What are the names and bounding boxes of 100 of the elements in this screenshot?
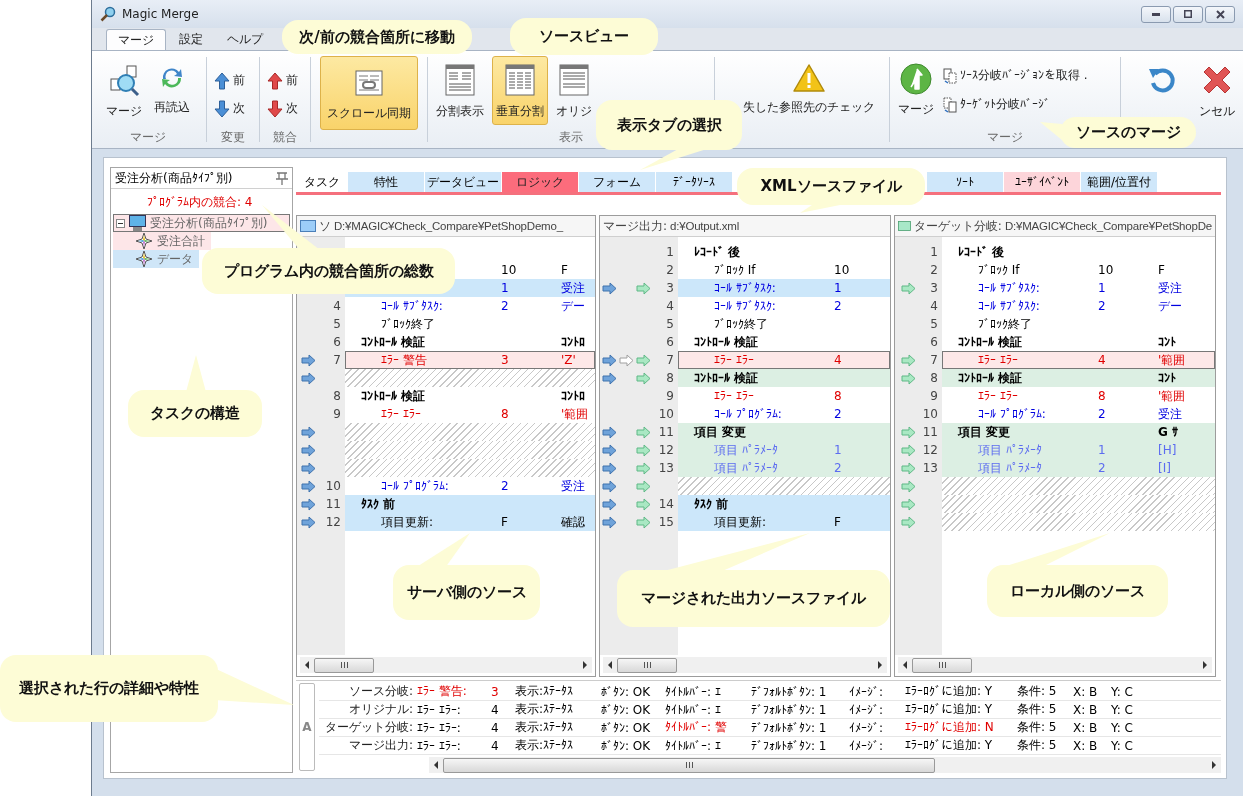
section-tab[interactable]: 特性: [348, 172, 424, 192]
arrow-icon[interactable]: [602, 461, 617, 475]
get-target-version-button[interactable]: ﾀｰｹﾞｯﾄ分岐ﾊﾞｰｼﾞ: [942, 95, 1089, 114]
property-value: Y: C: [1111, 738, 1133, 753]
ribbon-tab[interactable]: ヘルプ: [216, 29, 274, 50]
arrow-icon[interactable]: [636, 353, 651, 367]
section-tab[interactable]: データビュー: [425, 172, 501, 192]
code-value: [I]: [1158, 461, 1171, 475]
code-text: 項目 ﾊﾟﾗﾒｰﾀ: [978, 442, 1042, 457]
line-number: 12: [325, 515, 341, 529]
arrow-icon[interactable]: [901, 281, 916, 295]
code-value: 1: [501, 281, 509, 295]
collapse-icon[interactable]: [116, 218, 125, 228]
section-tab[interactable]: フォーム: [579, 172, 655, 192]
section-tab[interactable]: ﾕｰｻﾞｲﾍﾞﾝﾄ: [1004, 172, 1080, 192]
tree-item[interactable]: 受注合計: [113, 232, 211, 250]
arrow-icon[interactable]: [636, 443, 651, 457]
window-title: Magic Merge: [122, 7, 199, 21]
merge-button[interactable]: マージ: [894, 56, 938, 123]
scroll-sync-button[interactable]: スクロール同期: [320, 56, 418, 130]
code-value: 確認: [561, 514, 585, 529]
arrow-icon[interactable]: [602, 353, 617, 367]
line-number: 7: [930, 353, 938, 367]
horizontal-scrollbar[interactable]: [300, 657, 592, 673]
arrow-icon[interactable]: [901, 443, 916, 457]
arrow-icon[interactable]: [602, 515, 617, 529]
arrow-icon[interactable]: [636, 281, 651, 295]
close-button[interactable]: [1205, 5, 1235, 23]
code-text: ﾀｽｸ 前: [694, 496, 729, 511]
arrow-icon[interactable]: [301, 497, 316, 511]
code-text: 項目 ﾊﾟﾗﾒｰﾀ: [714, 442, 778, 457]
section-tab[interactable]: ロジック: [502, 172, 578, 192]
arrow-icon[interactable]: [602, 479, 617, 493]
arrow-icon[interactable]: [301, 443, 316, 457]
arrow-icon[interactable]: [636, 425, 651, 439]
arrow-icon[interactable]: [901, 497, 916, 511]
minimize-button[interactable]: [1141, 5, 1171, 23]
reload-button[interactable]: 再読込: [150, 56, 194, 121]
original-button[interactable]: オリジ: [552, 56, 596, 125]
arrow-icon[interactable]: [901, 353, 916, 367]
get-source-version-button[interactable]: ｿｰｽ分岐ﾊﾞｰｼﾞｮﾝを取得 .: [942, 66, 1089, 85]
property-value: 表示:ｽﾃｰﾀｽ: [515, 702, 574, 716]
next-conflict-button[interactable]: 次: [266, 98, 299, 119]
code-value: 1: [834, 281, 842, 295]
code-value: 1: [834, 443, 842, 457]
arrow-icon[interactable]: [301, 461, 316, 475]
split-view-button[interactable]: 分割表示: [432, 56, 488, 125]
arrow-icon[interactable]: [636, 479, 651, 493]
group-label: マージ: [130, 130, 166, 144]
section-tab[interactable]: 範囲/位置付: [1081, 172, 1157, 192]
arrow-icon[interactable]: [301, 479, 316, 493]
code-value: 10: [501, 263, 517, 277]
tree-item[interactable]: データ: [113, 250, 199, 268]
arrow-icon[interactable]: [602, 443, 617, 457]
arrow-icon[interactable]: [301, 371, 316, 385]
next-change-button[interactable]: 次: [213, 98, 246, 119]
ribbon-tab[interactable]: マージ: [106, 29, 166, 50]
horizontal-scrollbar[interactable]: [898, 657, 1212, 673]
arrow-icon[interactable]: [602, 497, 617, 511]
code-text: ｴﾗｰ ｴﾗｰ: [381, 407, 421, 421]
property-value: Y: C: [1111, 720, 1133, 735]
arrow-icon[interactable]: [636, 515, 651, 529]
line-number: 13: [922, 461, 938, 475]
pane-title: ソ: [319, 217, 331, 235]
arrow-icon[interactable]: [636, 497, 651, 511]
maximize-button[interactable]: [1173, 5, 1203, 23]
previous-conflict-button[interactable]: 前: [266, 70, 299, 91]
merge-button[interactable]: マージ: [102, 56, 146, 125]
arrow-icon[interactable]: [901, 515, 916, 529]
reference-check-button[interactable]: 失した参照先のチェック: [739, 56, 879, 121]
arrow-icon[interactable]: [602, 371, 617, 385]
section-tab[interactable]: ﾃﾞｰﾀｿｰｽ: [656, 172, 732, 192]
code-text: ｺｰﾙ ｻﾌﾞﾀｽｸ:: [714, 281, 776, 295]
vertical-split-button[interactable]: 垂直分割: [492, 56, 548, 125]
arrow-icon[interactable]: [619, 353, 634, 367]
previous-change-button[interactable]: 前: [213, 70, 246, 91]
arrow-icon[interactable]: [602, 425, 617, 439]
arrow-icon[interactable]: [301, 515, 316, 529]
arrow-icon[interactable]: [636, 371, 651, 385]
arrow-icon[interactable]: [602, 281, 617, 295]
arrow-icon[interactable]: [301, 353, 316, 367]
line-number: 13: [658, 461, 674, 475]
ribbon-tab[interactable]: 設定: [168, 29, 214, 50]
cancel-button[interactable]: ンセル: [1195, 56, 1239, 125]
code-value: F: [834, 515, 841, 529]
arrow-icon[interactable]: [901, 479, 916, 493]
section-tab[interactable]: ｿｰﾄ: [927, 172, 1003, 192]
arrow-icon[interactable]: [636, 461, 651, 475]
arrow-icon[interactable]: [901, 461, 916, 475]
tree-item[interactable]: 受注分析(商品ﾀｲﾌﾟ別): [113, 214, 290, 232]
side-tab[interactable]: A: [299, 683, 315, 771]
property-value: X: B: [1073, 684, 1098, 699]
code-value: 受注: [561, 478, 585, 493]
pin-icon[interactable]: [276, 171, 288, 185]
code-text: ﾚｺｰﾄﾞ 後: [694, 244, 741, 259]
arrow-icon[interactable]: [301, 425, 316, 439]
horizontal-scrollbar[interactable]: [603, 657, 887, 673]
arrow-icon[interactable]: [901, 371, 916, 385]
arrow-icon[interactable]: [901, 425, 916, 439]
horizontal-scrollbar[interactable]: [429, 757, 1221, 773]
